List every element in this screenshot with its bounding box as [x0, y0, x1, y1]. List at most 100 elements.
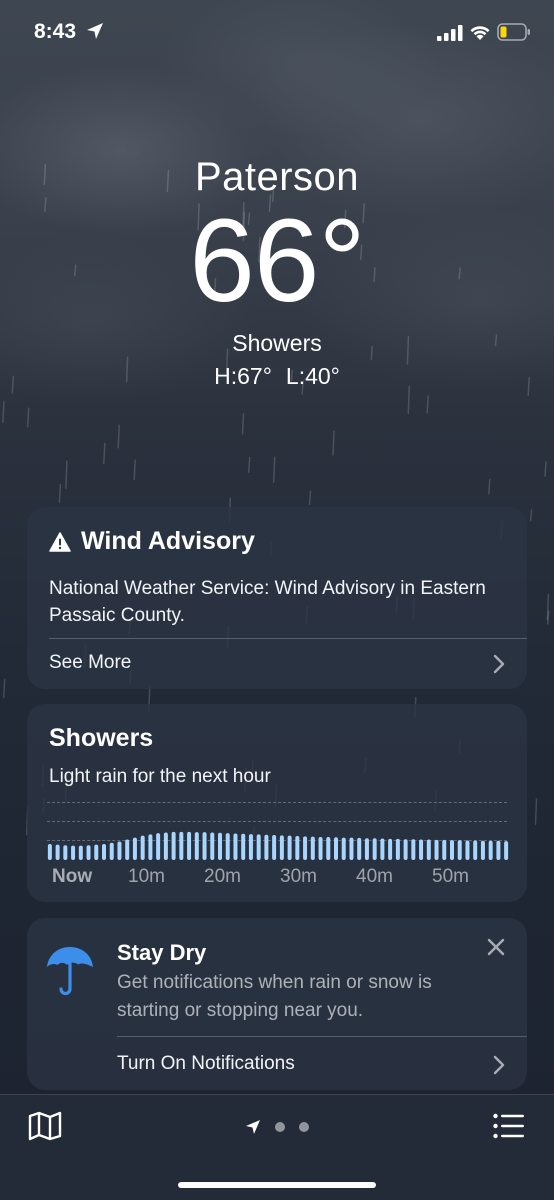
- precip-bar: [241, 833, 246, 860]
- rain-streak: [103, 442, 106, 465]
- city-name: Paterson: [194, 155, 360, 199]
- advisory-card[interactable]: Wind Advisory National Weather Service: …: [27, 507, 527, 689]
- precip-bar: [102, 844, 106, 860]
- precipitation-title: Showers: [49, 724, 154, 752]
- precip-bar: [248, 834, 253, 860]
- see-more-link[interactable]: See More: [49, 652, 131, 674]
- precip-bar: [473, 840, 478, 860]
- stay-dry-divider: [117, 1036, 527, 1037]
- cellular-signal-icon: [437, 25, 463, 41]
- precip-bar: [47, 844, 52, 860]
- precip-bar: [434, 839, 439, 860]
- rain-streak: [529, 509, 533, 522]
- map-icon[interactable]: [28, 1111, 62, 1141]
- precip-bar: [426, 839, 431, 860]
- precip-bar: [318, 836, 323, 860]
- precip-bar: [233, 833, 238, 860]
- location-arrow-icon[interactable]: [245, 1119, 261, 1135]
- rain-streak: [241, 413, 245, 435]
- warning-triangle-icon: [49, 531, 71, 552]
- rain-streak: [407, 385, 411, 414]
- precip-bar: [86, 845, 91, 860]
- time-axis: Now 10m 20m 30m 40m 50m: [49, 866, 513, 890]
- precip-bar: [179, 831, 184, 860]
- current-condition: Showers: [232, 330, 322, 356]
- precip-bar: [279, 835, 284, 860]
- precip-bar: [225, 833, 230, 860]
- chevron-right-icon[interactable]: [493, 1055, 505, 1075]
- precip-bar: [78, 845, 83, 860]
- rain-streak: [426, 395, 429, 414]
- rain-streak: [26, 407, 30, 428]
- close-icon[interactable]: [487, 938, 505, 956]
- precip-bar: [341, 837, 346, 860]
- precip-bar: [388, 838, 393, 860]
- precip-bar: [140, 835, 145, 860]
- precip-bar: [411, 839, 416, 860]
- high-low: H:67° L:40°: [0, 363, 554, 390]
- precip-bar: [194, 832, 199, 860]
- wifi-icon: [470, 26, 490, 40]
- rain-streak: [546, 593, 550, 621]
- turn-on-notifications-button[interactable]: Turn On Notifications: [117, 1053, 295, 1075]
- precip-bar: [364, 838, 369, 860]
- stay-dry-body: Get notifications when rain or snow is s…: [117, 972, 432, 1021]
- precip-bar: [295, 836, 300, 860]
- stay-dry-title: Stay Dry: [117, 940, 207, 965]
- precip-bar: [496, 840, 501, 860]
- advisory-title: Wind Advisory: [81, 527, 255, 555]
- high-temperature: H:67°: [214, 363, 272, 389]
- precip-bar: [403, 839, 408, 860]
- precip-bar: [303, 836, 308, 860]
- precip-bar: [125, 839, 130, 860]
- precip-bar: [210, 832, 215, 860]
- low-temperature: L:40°: [285, 363, 340, 389]
- rain-streak: [534, 798, 538, 826]
- rain-streak: [308, 490, 312, 506]
- precipitation-subtitle: Light rain for the next hour: [49, 766, 271, 787]
- precip-bar: [109, 842, 114, 860]
- precip-bar: [357, 837, 362, 860]
- precip-bar: [148, 834, 153, 860]
- rain-streak: [65, 460, 68, 489]
- precip-bar: [380, 838, 385, 860]
- precip-bar: [187, 831, 192, 860]
- precip-bar: [480, 840, 485, 860]
- advisory-divider: [49, 638, 527, 639]
- precip-bar: [419, 839, 424, 860]
- tick-label: 40m: [356, 866, 393, 887]
- rain-streak: [58, 483, 62, 503]
- page-dot[interactable]: [275, 1122, 285, 1132]
- rain-streak: [332, 430, 335, 456]
- chart-gridline-top: [47, 802, 507, 803]
- precip-bar: [55, 844, 60, 860]
- precip-bar: [71, 845, 76, 860]
- precipitation-card[interactable]: Showers Light rain for the next hour Now…: [27, 704, 527, 902]
- tick-label: 30m: [280, 866, 317, 887]
- chevron-right-icon[interactable]: [493, 654, 505, 674]
- home-indicator[interactable]: [178, 1182, 376, 1188]
- precip-bar: [63, 845, 68, 860]
- rain-streak: [546, 610, 550, 625]
- advisory-header: Wind Advisory: [49, 527, 255, 556]
- advisory-body: National Weather Service: Wind Advisory …: [49, 578, 486, 626]
- precip-bar: [94, 844, 99, 860]
- precip-bar: [171, 831, 176, 860]
- tick-label: 20m: [204, 866, 241, 887]
- location-arrow-icon: [87, 23, 103, 39]
- tick-label: 10m: [128, 866, 165, 887]
- tick-label: Now: [52, 866, 93, 887]
- precip-bar: [326, 836, 331, 860]
- page-indicator[interactable]: [245, 1119, 309, 1135]
- page-dot[interactable]: [299, 1122, 309, 1132]
- rain-streak: [247, 456, 251, 474]
- precip-bar: [488, 840, 493, 860]
- precip-bar: [256, 834, 261, 860]
- precip-bar: [457, 840, 462, 860]
- precip-bar: [372, 838, 377, 860]
- precip-bar: [202, 832, 207, 860]
- precip-bar: [218, 832, 222, 860]
- list-icon[interactable]: [493, 1113, 525, 1139]
- precip-bar: [287, 835, 292, 860]
- precip-bar: [442, 839, 447, 860]
